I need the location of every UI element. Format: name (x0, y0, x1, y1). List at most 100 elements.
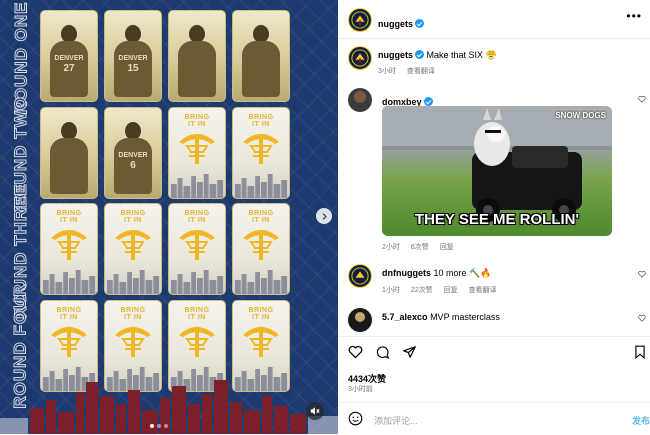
author-username[interactable]: nuggets (378, 19, 413, 29)
carousel-dot (164, 424, 168, 428)
comment-like-count[interactable]: 6次赞 (411, 244, 429, 251)
player-jersey-text: DENVER (54, 55, 84, 62)
comment-username[interactable]: dnfnuggets (382, 268, 431, 278)
bring-it-in-card: BRING IT IN (168, 203, 226, 295)
player-card (40, 107, 98, 199)
bring-it-in-card: BRING IT IN (104, 203, 162, 295)
nuggets-pickaxe-logo-icon (179, 134, 215, 164)
nuggets-pickaxe-logo-icon (243, 230, 279, 260)
player-jersey-number: 6 (130, 160, 136, 171)
comment-time: 2小时 (382, 244, 400, 251)
bring-it-in-card: BRING IT IN (232, 203, 290, 295)
bring-it-in-text: BRING IT IN (184, 307, 210, 321)
like-comment-heart-icon[interactable] (638, 314, 646, 322)
like-heart-icon[interactable] (348, 345, 363, 359)
comment-like-count[interactable]: 22次赞 (411, 287, 433, 294)
carousel-dot (150, 424, 154, 428)
author-avatar[interactable] (348, 8, 372, 32)
mute-button[interactable] (306, 402, 324, 420)
bring-it-in-card: BRING IT IN (40, 203, 98, 295)
bring-it-in-card: BRING IT IN (168, 107, 226, 199)
comment-body: 10 more 🔨🔥 (433, 268, 492, 278)
caption-time: 3小时 (378, 68, 396, 75)
nuggets-pickaxe-logo-icon (179, 327, 215, 357)
round-one-label: ROUND ONE (11, 1, 31, 115)
nuggets-pickaxe-logo-icon (51, 327, 87, 357)
bring-it-in-text: BRING IT IN (184, 210, 210, 224)
comment-meta: 1小时 22次赞 回复 查看翻译 (382, 285, 506, 295)
player-card: DENVER 6 (104, 107, 162, 199)
player-card: DENVER 27 (40, 10, 98, 102)
post-actions-bar (348, 345, 417, 359)
card-skyline-illustration (42, 270, 96, 294)
card-skyline-illustration (234, 174, 288, 198)
like-comment-heart-icon[interactable] (638, 270, 646, 278)
bring-it-in-text: BRING IT IN (248, 210, 274, 224)
player-body (178, 41, 216, 97)
comment-meme-image[interactable]: SNOW DOGS THEY SEE ME ROLLIN' (382, 106, 612, 236)
post-side-panel: nuggets ••• nuggets Make that SIX 😤 3小时 … (338, 0, 650, 434)
meme-brand-text: SNOW DOGS (555, 111, 606, 120)
caption-author-avatar[interactable] (348, 46, 372, 70)
player-card (168, 10, 226, 102)
nuggets-logo-icon (351, 11, 369, 29)
share-send-icon[interactable] (402, 345, 417, 359)
comment-bubble-icon[interactable] (375, 345, 390, 359)
comment-time: 1小时 (382, 287, 400, 294)
nuggets-logo-icon (351, 49, 369, 67)
bring-it-in-text: BRING IT IN (248, 307, 274, 321)
comment-text: dnfnuggets 10 more 🔨🔥 (382, 268, 491, 279)
player-jersey-number: 15 (127, 63, 139, 74)
chevron-right-icon (322, 212, 327, 220)
verified-badge-icon (423, 97, 433, 106)
card-skyline-illustration (106, 270, 160, 294)
verified-badge-icon (415, 19, 424, 28)
player-body (242, 41, 280, 97)
carousel-dots (150, 424, 168, 428)
like-comment-heart-icon[interactable] (638, 95, 646, 103)
comment-text: 5.7_alexco MVP masterclass (382, 312, 500, 322)
bring-it-in-text: BRING IT IN (56, 210, 82, 224)
comment-input[interactable]: 添加评论... (374, 414, 418, 427)
comment-username[interactable]: 5.7_alexco (382, 312, 428, 322)
divider (338, 38, 650, 39)
caption-username[interactable]: nuggets (378, 50, 413, 60)
reply-button[interactable]: 回复 (440, 244, 454, 251)
bring-it-in-text: BRING IT IN (248, 114, 274, 128)
player-jersey-text: DENVER (118, 55, 148, 62)
player-card (232, 10, 290, 102)
see-translation-link[interactable]: 查看翻译 (469, 287, 497, 294)
post-comment-button[interactable]: 发布 (632, 414, 650, 427)
commenter-avatar[interactable] (348, 88, 372, 112)
more-options-button[interactable]: ••• (626, 9, 642, 23)
player-jersey-number: 27 (63, 63, 75, 74)
see-translation-link[interactable]: 查看翻译 (407, 68, 435, 75)
emoji-icon[interactable] (348, 411, 363, 426)
nuggets-pickaxe-logo-icon (115, 230, 151, 260)
save-bookmark-icon[interactable] (634, 345, 646, 359)
bring-it-in-card: BRING IT IN (232, 107, 290, 199)
carousel-next-button[interactable] (316, 208, 332, 224)
player-body (50, 138, 88, 194)
commenter-avatar[interactable] (348, 308, 372, 332)
nuggets-pickaxe-logo-icon (243, 134, 279, 164)
comment-body: MVP masterclass (430, 312, 500, 322)
bring-it-in-text: BRING IT IN (120, 307, 146, 321)
commenter-avatar[interactable] (348, 264, 372, 288)
bring-it-in-text: BRING IT IN (184, 114, 210, 128)
city-skyline-illustration (0, 380, 338, 434)
caption-meta: 3小时 查看翻译 (378, 66, 444, 76)
meme-caption: THEY SEE ME ROLLIN' (414, 211, 580, 228)
bring-it-in-text: BRING IT IN (56, 307, 82, 321)
player-card: DENVER 15 (104, 10, 162, 102)
nuggets-pickaxe-logo-icon (51, 230, 87, 260)
bring-it-in-text: BRING IT IN (120, 210, 146, 224)
post-media-carousel[interactable]: ROUND ONE ROUND TWO ROUND THREE ROUND FO… (0, 0, 338, 434)
card-skyline-illustration (170, 270, 224, 294)
player-jersey-text: DENVER (118, 152, 148, 159)
comment-meta: 2小时 6次赞 回复 (382, 242, 463, 252)
card-skyline-illustration (170, 174, 224, 198)
card-skyline-illustration (234, 270, 288, 294)
reply-button[interactable]: 回复 (444, 287, 458, 294)
caption-body: Make that SIX 😤 (426, 50, 497, 60)
